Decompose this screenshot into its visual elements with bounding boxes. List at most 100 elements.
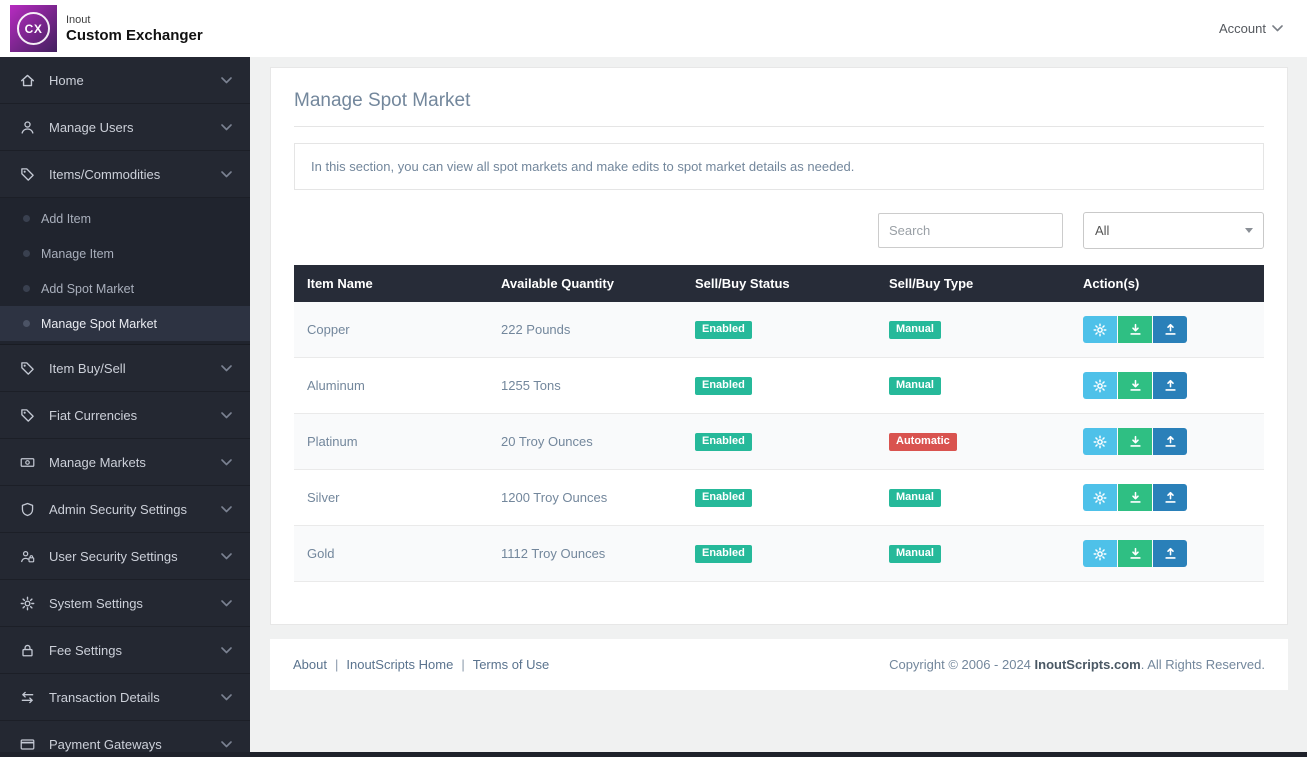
status-badge: Enabled (695, 489, 752, 507)
row-download-button[interactable] (1118, 316, 1152, 343)
filter-select[interactable]: All (1083, 212, 1264, 249)
sidebar-item-system-settings[interactable]: System Settings (0, 580, 250, 627)
top-header: CX Inout Custom Exchanger Account (0, 0, 1307, 57)
info-box: In this section, you can view all spot m… (294, 143, 1264, 190)
logo-circle: CX (17, 12, 50, 45)
quantity-cell: 222 Pounds (488, 302, 682, 358)
type-cell: Manual (876, 302, 1070, 358)
table-controls: All (294, 212, 1264, 249)
main-content: Manage Spot Market In this section, you … (250, 0, 1307, 690)
page-footer: About | InoutScripts Home | Terms of Use Cop… (270, 639, 1288, 690)
arrow-down-icon (1129, 547, 1142, 560)
action-buttons (1083, 428, 1251, 455)
brand-top-label: Inout (66, 13, 91, 26)
gear-icon (1093, 378, 1107, 393)
status-badge: Enabled (695, 545, 752, 563)
type-badge: Automatic (889, 433, 957, 451)
status-badge: Enabled (695, 433, 752, 451)
sidebar-item-manage-markets[interactable]: Manage Markets (0, 439, 250, 486)
column-header-action-s: Action(s) (1070, 265, 1264, 302)
chevron-down-icon (221, 170, 232, 178)
chevron-down-icon (221, 599, 232, 607)
gear-icon (1093, 490, 1107, 505)
brand-bottom-label: Custom Exchanger (66, 26, 203, 44)
table-row: Platinum 20 Troy Ounces Enabled Automatic (294, 413, 1264, 470)
sidebar-subitem-manage-spot-market[interactable]: Manage Spot Market (0, 306, 250, 341)
sidebar-item-admin-security-settings[interactable]: Admin Security Settings (0, 486, 250, 533)
action-buttons (1083, 372, 1251, 399)
row-settings-button[interactable] (1083, 484, 1117, 511)
row-upload-button[interactable] (1153, 372, 1187, 399)
sidebar-subitem-manage-item[interactable]: Manage Item (0, 236, 250, 271)
status-cell: Enabled (682, 469, 876, 526)
select-caret-icon (1245, 228, 1253, 233)
row-download-button[interactable] (1118, 484, 1152, 511)
row-settings-button[interactable] (1083, 372, 1117, 399)
sidebar-item-transaction-details[interactable]: Transaction Details (0, 674, 250, 721)
gear-icon (1093, 546, 1107, 561)
column-header-sell-buy-type: Sell/Buy Type (876, 265, 1070, 302)
sidebar-subitem-add-item[interactable]: Add Item (0, 201, 250, 236)
actions-cell (1070, 469, 1264, 526)
chevron-down-icon (221, 693, 232, 701)
table-row: Gold 1112 Troy Ounces Enabled Manual (294, 525, 1264, 582)
row-download-button[interactable] (1118, 428, 1152, 455)
row-settings-button[interactable] (1083, 540, 1117, 567)
filter-select-value: All (1095, 223, 1110, 238)
row-settings-button[interactable] (1083, 316, 1117, 343)
row-upload-button[interactable] (1153, 540, 1187, 567)
footer-links: About | InoutScripts Home | Terms of Use (293, 657, 549, 672)
sidebar-item-home[interactable]: Home (0, 57, 250, 104)
quantity-cell: 1200 Troy Ounces (488, 469, 682, 526)
credit-card-icon (20, 737, 37, 752)
sidebar-item-user-security-settings[interactable]: User Security Settings (0, 533, 250, 580)
search-input[interactable] (878, 213, 1063, 248)
arrow-up-icon (1164, 491, 1177, 504)
footer-link-about[interactable]: About (293, 657, 327, 672)
chevron-down-icon (221, 411, 232, 419)
actions-cell (1070, 525, 1264, 582)
sidebar-item-fee-settings[interactable]: Fee Settings (0, 627, 250, 674)
actions-cell (1070, 302, 1264, 358)
footer-link-terms-of-use[interactable]: Terms of Use (473, 657, 550, 672)
account-menu[interactable]: Account (1219, 21, 1287, 36)
table-row: Copper 222 Pounds Enabled Manual (294, 302, 1264, 358)
chevron-down-icon (221, 646, 232, 654)
item-name-cell: Aluminum (294, 357, 488, 414)
user-icon (20, 120, 37, 135)
sidebar-subitem-add-spot-market[interactable]: Add Spot Market (0, 271, 250, 306)
banknote-icon (20, 455, 37, 470)
status-badge: Enabled (695, 321, 752, 339)
row-upload-button[interactable] (1153, 316, 1187, 343)
item-name-cell: Gold (294, 525, 488, 582)
row-settings-button[interactable] (1083, 428, 1117, 455)
logo-initials: CX (24, 21, 43, 36)
row-upload-button[interactable] (1153, 484, 1187, 511)
arrow-down-icon (1129, 435, 1142, 448)
copyright-prefix: Copyright © 2006 - 2024 (889, 657, 1035, 672)
sidebar-item-fiat-currencies[interactable]: Fiat Currencies (0, 392, 250, 439)
status-cell: Enabled (682, 302, 876, 358)
gear-icon (1093, 322, 1107, 337)
brand-logo[interactable]: CX (10, 5, 57, 52)
sidebar-item-item-buy-sell[interactable]: Item Buy/Sell (0, 345, 250, 392)
account-label: Account (1219, 21, 1266, 36)
copyright-suffix: . All Rights Reserved. (1140, 657, 1265, 672)
footer-link-inoutscripts-home[interactable]: InoutScripts Home (346, 657, 453, 672)
title-divider (294, 126, 1264, 127)
arrow-up-icon (1164, 379, 1177, 392)
row-download-button[interactable] (1118, 540, 1152, 567)
bullet-icon (23, 250, 30, 257)
arrow-down-icon (1129, 323, 1142, 336)
sidebar-item-items-commodities[interactable]: Items/Commodities (0, 151, 250, 198)
bullet-icon (23, 285, 30, 292)
sidebar-item-manage-users[interactable]: Manage Users (0, 104, 250, 151)
chevron-down-icon (221, 740, 232, 748)
type-cell: Manual (876, 469, 1070, 526)
page-title: Manage Spot Market (294, 90, 471, 111)
sidebar-menu: Home Manage Users Items/Commodities Add Ite… (0, 57, 250, 757)
row-upload-button[interactable] (1153, 428, 1187, 455)
row-download-button[interactable] (1118, 372, 1152, 399)
inoutscripts-link[interactable]: InoutScripts.com (1035, 657, 1141, 672)
bullet-icon (23, 215, 30, 222)
